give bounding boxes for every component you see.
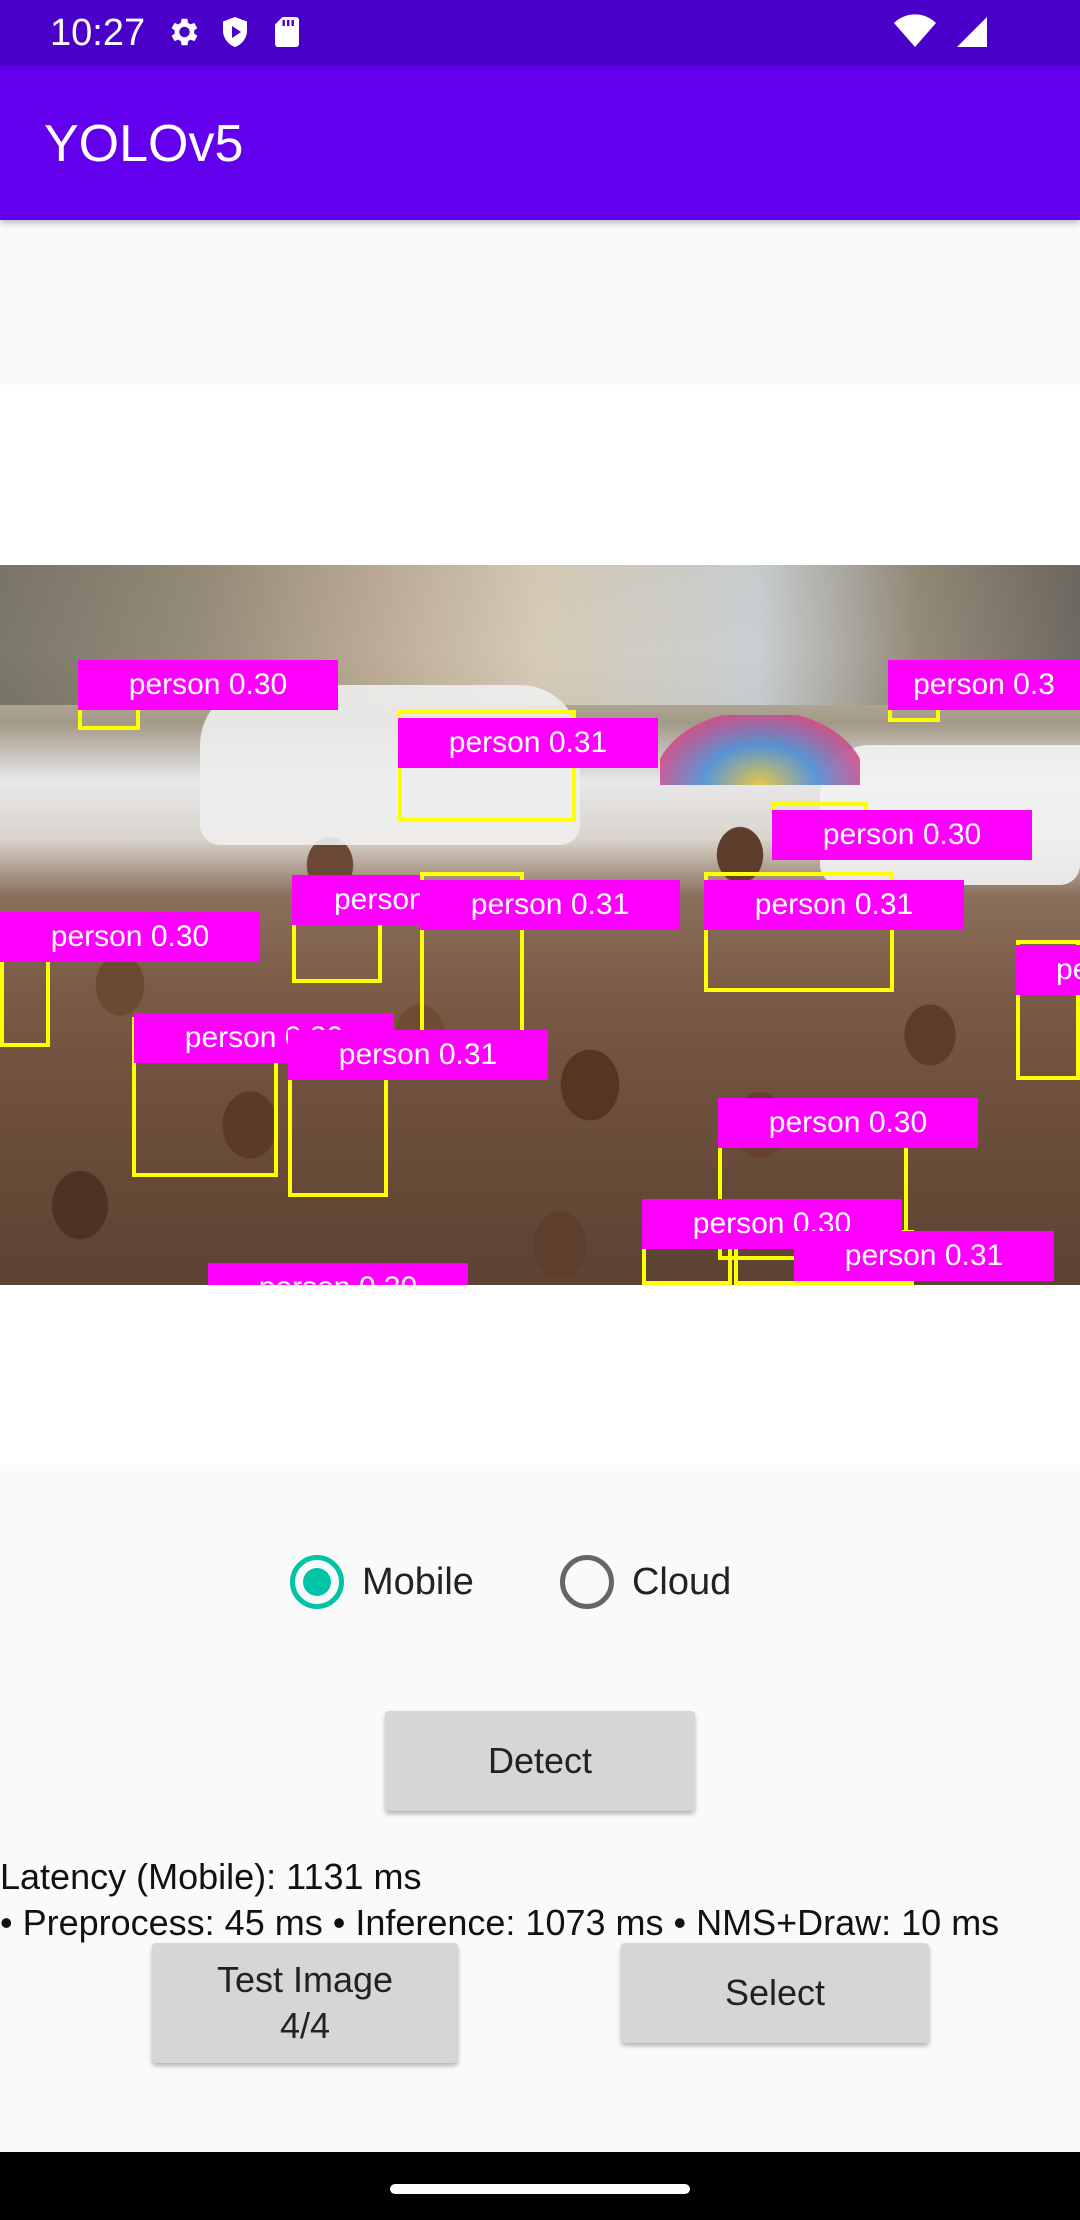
wifi-icon — [894, 14, 936, 47]
detection-label: person 0.31 — [398, 718, 658, 768]
select-button[interactable]: Select — [621, 1943, 929, 2043]
test-image-button[interactable]: Test Image 4/4 — [152, 1943, 458, 2063]
shield-icon — [223, 17, 247, 47]
signal-icon — [957, 17, 987, 47]
sd-card-icon — [275, 17, 299, 47]
radio-mobile-label: Mobile — [362, 1561, 474, 1603]
radio-checked-icon — [290, 1555, 344, 1609]
status-time: 10:27 — [50, 12, 146, 54]
radio-cloud-label: Cloud — [631, 1561, 732, 1603]
detection-label: person 0.30 — [772, 810, 1032, 860]
home-handle[interactable] — [390, 2184, 690, 2194]
radio-unchecked-icon — [559, 1555, 614, 1609]
detection-label: person 0.31 — [420, 880, 680, 930]
detection-label: person 0.30 — [208, 1263, 468, 1285]
radio-cloud[interactable]: Cloud — [559, 1555, 732, 1609]
detection-label: person 0.31 — [794, 1231, 1054, 1281]
app-bar: YOLOv5 — [0, 66, 1080, 220]
latency-total: Latency (Mobile): 1131 ms — [0, 1856, 422, 1897]
detect-button[interactable]: Detect — [385, 1711, 695, 1811]
mode-radio-group: Mobile Cloud — [290, 1555, 817, 1609]
app-screen: 10:27 YOLOv5 person 0.30 person 0.31 per… — [0, 0, 1080, 2220]
image-view: person 0.30 person 0.31 person 0.3 perso… — [0, 385, 1080, 1465]
radio-mobile[interactable]: Mobile — [290, 1555, 474, 1609]
detection-label: person 0.30 — [78, 660, 338, 710]
detection-label: person 0.31 — [288, 1030, 548, 1080]
latency-text: Latency (Mobile): 1131 ms • Preprocess: … — [0, 1854, 1080, 1946]
status-icons-left — [165, 14, 305, 50]
detection-label: person — [292, 875, 420, 925]
latency-breakdown: • Preprocess: 45 ms • Inference: 1073 ms… — [0, 1902, 1000, 1943]
test-image-label: Test Image — [216, 1959, 394, 2000]
status-bar: 10:27 — [0, 0, 1080, 66]
crowd-photo: person 0.30 person 0.31 person 0.3 perso… — [0, 565, 1080, 1285]
detection-label: person 0.30 — [0, 912, 260, 962]
detection-label: person 0.30 — [718, 1098, 978, 1148]
app-title: YOLOv5 — [44, 115, 244, 173]
status-icons-right — [894, 14, 990, 50]
detection-label: pe — [1016, 945, 1080, 995]
detection-label: person 0.3 — [888, 660, 1080, 710]
detection-label: person 0.31 — [704, 880, 964, 930]
test-image-counter: 4/4 — [279, 2005, 331, 2046]
gear-icon — [171, 18, 198, 46]
